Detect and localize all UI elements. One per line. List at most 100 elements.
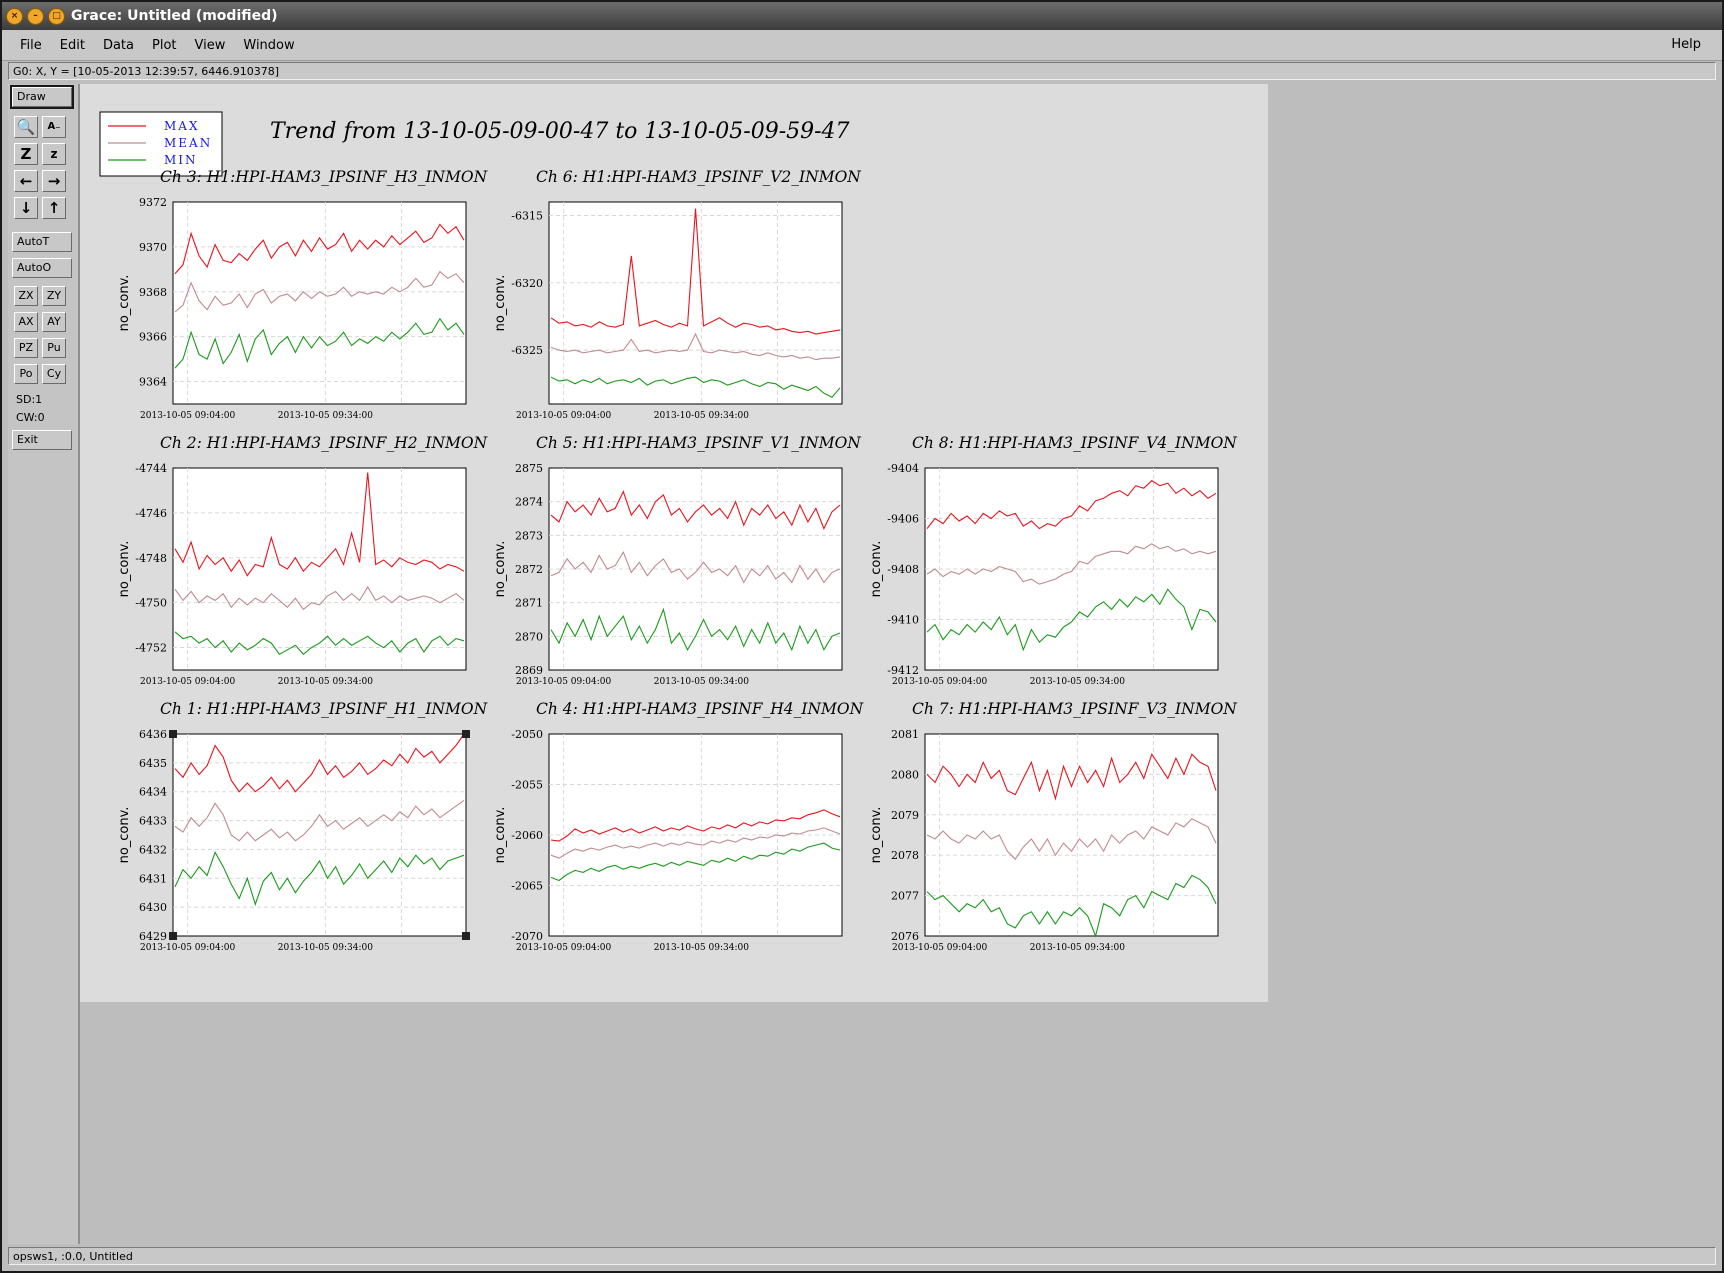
- y-tick-label: -2055: [511, 779, 543, 792]
- y-tick-label: 2875: [515, 462, 543, 475]
- y-tick-label: 6435: [139, 757, 167, 770]
- y-tick-label: 2872: [515, 563, 543, 576]
- maximize-icon[interactable]: □: [48, 7, 65, 25]
- arrow-up-icon[interactable]: ↑: [42, 197, 66, 219]
- y-tick-label: 2871: [515, 597, 543, 610]
- y-tick-label: -6315: [511, 209, 543, 222]
- y-tick-label: -6320: [511, 277, 543, 290]
- plot-area[interactable]: [172, 467, 467, 671]
- y-tick-label: -9406: [887, 513, 919, 526]
- zoom-z-small-icon[interactable]: z: [42, 143, 66, 165]
- menu-data[interactable]: Data: [94, 38, 143, 53]
- menu-plot[interactable]: Plot: [143, 38, 186, 53]
- arrow-down-icon[interactable]: ↓: [14, 197, 38, 219]
- chart-panel-3[interactable]: Ch 2: H1:HPI-HAM3_IPSINF_H2_INMON -4744 -4…: [117, 434, 489, 687]
- zy-button[interactable]: ZY: [42, 286, 66, 306]
- plot-area[interactable]: [548, 201, 843, 405]
- close-icon[interactable]: ×: [6, 7, 23, 25]
- locator-readout: G0: X, Y = [10-05-2013 12:39:57, 6446.91…: [8, 62, 1716, 80]
- y-tick-label: 2081: [891, 728, 919, 741]
- y-tick-label: -2060: [511, 829, 543, 842]
- canvas-area[interactable]: MAX MEAN MIN Trend from 13-10-05-09-00-47 …: [80, 84, 1716, 1244]
- po-button[interactable]: Po: [14, 364, 38, 384]
- minimize-icon[interactable]: –: [27, 7, 44, 25]
- autoo-button[interactable]: AutoO: [12, 258, 72, 278]
- plot-area[interactable]: [172, 733, 467, 937]
- chart-panel-5[interactable]: Ch 8: H1:HPI-HAM3_IPSINF_V4_INMON -9404 -9…: [869, 434, 1238, 687]
- y-tick-label: 2080: [891, 768, 919, 781]
- zoom-z-large-icon[interactable]: Z: [14, 143, 38, 165]
- y-tick-label: -9404: [887, 462, 919, 475]
- y-tick-label: -4752: [135, 642, 167, 655]
- pz-button[interactable]: PZ: [14, 338, 38, 358]
- menu-window[interactable]: Window: [234, 38, 303, 53]
- y-axis-label: no_conv.: [869, 541, 884, 598]
- ax-button[interactable]: AX: [14, 312, 38, 332]
- y-tick-label: -9408: [887, 563, 919, 576]
- autoscale-text-icon[interactable]: A₋: [42, 116, 66, 138]
- arrow-left-icon[interactable]: ←: [14, 170, 38, 192]
- y-tick-label: 2077: [891, 890, 919, 903]
- legend-label-mean: MEAN: [164, 136, 212, 150]
- x-tick-label: 2013-10-05 09:34:00: [278, 677, 373, 687]
- y-axis-label: no_conv.: [493, 807, 508, 864]
- menu-view[interactable]: View: [186, 38, 235, 53]
- x-tick-label: 2013-10-05 09:04:00: [516, 943, 611, 953]
- x-tick-label: 2013-10-05 09:04:00: [140, 411, 235, 421]
- y-tick-label: 9370: [139, 241, 167, 254]
- x-tick-label: 2013-10-05 09:04:00: [516, 677, 611, 687]
- cw-label: CW:0: [16, 411, 45, 424]
- x-tick-label: 2013-10-05 09:34:00: [654, 411, 749, 421]
- y-tick-label: -6325: [511, 344, 543, 357]
- zx-button[interactable]: ZX: [14, 286, 38, 306]
- chart-panel-1[interactable]: Ch 3: H1:HPI-HAM3_IPSINF_H3_INMON 9372 937…: [117, 168, 489, 421]
- draw-button[interactable]: Draw: [10, 85, 74, 109]
- y-tick-label: -2065: [511, 880, 543, 893]
- chart-panel-2[interactable]: Ch 6: H1:HPI-HAM3_IPSINF_V2_INMON -6315 -6…: [493, 168, 862, 421]
- menu-edit[interactable]: Edit: [51, 38, 94, 53]
- app-window: × – □ Grace: Untitled (modified) File Ed…: [0, 0, 1724, 1273]
- title-bar[interactable]: × – □ Grace: Untitled (modified): [2, 2, 1722, 30]
- y-tick-label: 6436: [139, 728, 167, 741]
- pu-button[interactable]: Pu: [42, 338, 66, 358]
- chart-panel-8[interactable]: Ch 7: H1:HPI-HAM3_IPSINF_V3_INMON 2081 208…: [869, 700, 1238, 953]
- chart-title: Ch 5: H1:HPI-HAM3_IPSINF_V1_INMON: [536, 434, 862, 452]
- y-tick-label: -4748: [135, 552, 167, 565]
- menu-help[interactable]: Help: [1662, 37, 1710, 52]
- plot-area[interactable]: [924, 733, 1219, 937]
- menu-file[interactable]: File: [11, 38, 51, 53]
- y-tick-label: -9410: [887, 614, 919, 627]
- chart-panel-6[interactable]: Ch 1: H1:HPI-HAM3_IPSINF_H1_INMON 6436 643…: [117, 700, 489, 953]
- selection-handle[interactable]: [169, 932, 177, 940]
- x-tick-label: 2013-10-05 09:34:00: [278, 943, 373, 953]
- y-tick-label: 6429: [139, 930, 167, 943]
- x-tick-label: 2013-10-05 09:34:00: [1030, 943, 1125, 953]
- cy-button[interactable]: Cy: [42, 364, 66, 384]
- y-tick-label: 2870: [515, 630, 543, 643]
- y-tick-label: -4744: [135, 462, 167, 475]
- plot-area[interactable]: [172, 201, 467, 405]
- y-tick-label: 6430: [139, 901, 167, 914]
- ay-button[interactable]: AY: [42, 312, 66, 332]
- chart-panel-4[interactable]: Ch 5: H1:HPI-HAM3_IPSINF_V1_INMON 2875 287…: [493, 434, 862, 687]
- x-tick-label: 2013-10-05 09:04:00: [140, 677, 235, 687]
- x-tick-label: 2013-10-05 09:34:00: [654, 677, 749, 687]
- autot-button[interactable]: AutoT: [12, 232, 72, 252]
- zoom-icon[interactable]: 🔍: [14, 116, 38, 138]
- selection-handle[interactable]: [169, 730, 177, 738]
- x-tick-label: 2013-10-05 09:34:00: [1030, 677, 1125, 687]
- plot-canvas[interactable]: MAX MEAN MIN Trend from 13-10-05-09-00-47 …: [80, 84, 1268, 1002]
- y-tick-label: 2874: [515, 496, 543, 509]
- chart-title: Ch 7: H1:HPI-HAM3_IPSINF_V3_INMON: [912, 700, 1238, 718]
- selection-handle[interactable]: [462, 730, 470, 738]
- y-tick-label: 2873: [515, 529, 543, 542]
- y-axis-label: no_conv.: [493, 541, 508, 598]
- plot-page[interactable]: MAX MEAN MIN Trend from 13-10-05-09-00-47 …: [80, 84, 1268, 1002]
- arrow-right-icon[interactable]: →: [42, 170, 66, 192]
- y-tick-label: 6433: [139, 815, 167, 828]
- exit-button[interactable]: Exit: [12, 430, 72, 450]
- selection-handle[interactable]: [462, 932, 470, 940]
- chart-panel-7[interactable]: Ch 4: H1:HPI-HAM3_IPSINF_H4_INMON -2050 -2…: [493, 700, 865, 953]
- x-tick-label: 2013-10-05 09:04:00: [892, 677, 987, 687]
- legend-label-min: MIN: [164, 153, 198, 167]
